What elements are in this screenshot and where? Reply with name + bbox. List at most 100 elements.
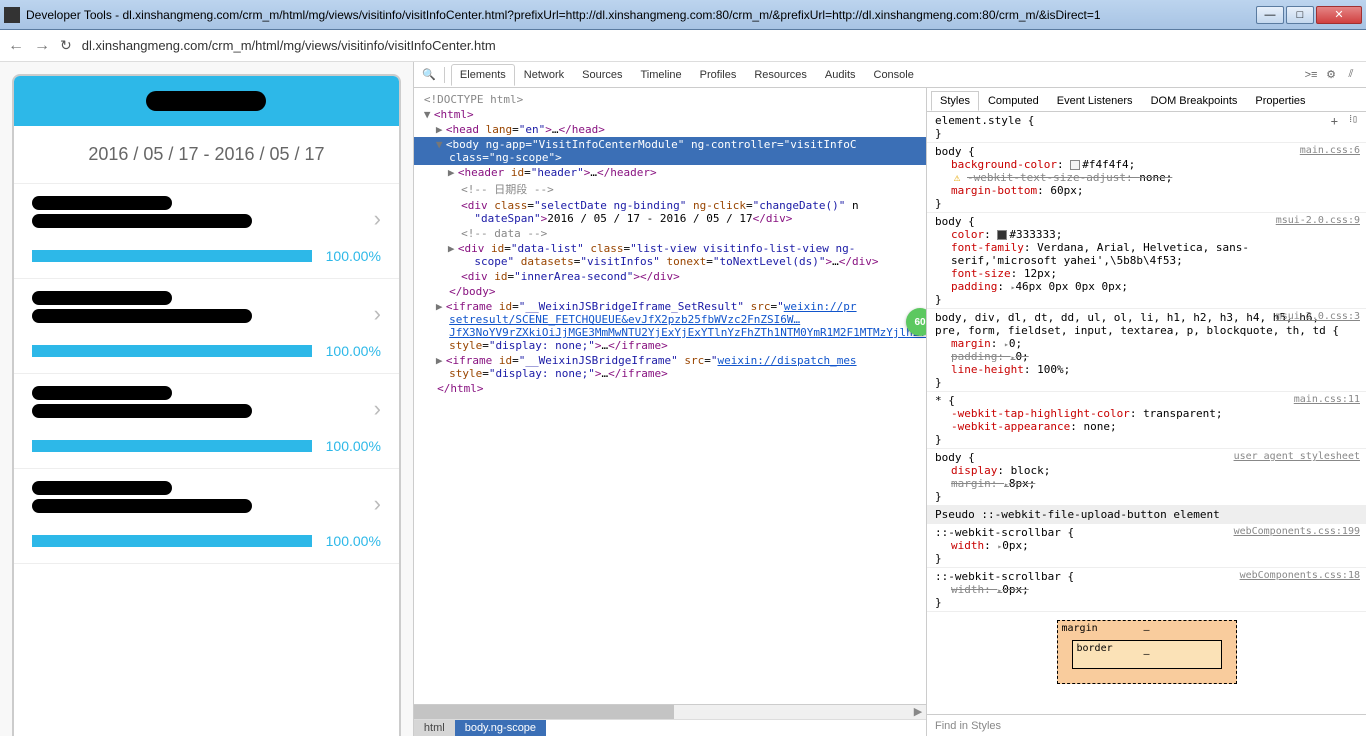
- css-rule[interactable]: webComponents.css:199::-webkit-scrollbar…: [927, 524, 1366, 568]
- window-titlebar: Developer Tools - dl.xinshangmeng.com/cr…: [0, 0, 1366, 30]
- css-rule[interactable]: msui-2.0.css:3body, div, dl, dt, dd, ul,…: [927, 309, 1366, 392]
- crumb-html[interactable]: html: [414, 720, 455, 736]
- source-link[interactable]: user agent stylesheet: [1234, 451, 1360, 462]
- selector[interactable]: * {: [935, 394, 1346, 407]
- css-property[interactable]: width: ▸0px;: [935, 539, 1346, 552]
- reload-button[interactable]: ↻: [60, 37, 72, 54]
- maximize-button[interactable]: □: [1286, 6, 1314, 24]
- devtools-tab-audits[interactable]: Audits: [816, 64, 865, 86]
- css-property[interactable]: margin: ▸8px;: [935, 477, 1346, 490]
- back-button[interactable]: ←: [8, 37, 24, 55]
- dom-node[interactable]: </body>: [414, 284, 926, 299]
- dom-node[interactable]: ▶<head lang="en">…</head>: [414, 122, 926, 137]
- dom-comment[interactable]: <!-- data -->: [414, 226, 926, 241]
- settings-icon[interactable]: ⚙: [1322, 66, 1340, 84]
- css-property[interactable]: margin: ▸0;: [935, 337, 1346, 350]
- css-property[interactable]: font-family: Verdana, Arial, Helvetica, …: [935, 241, 1346, 267]
- source-link[interactable]: main.css:11: [1294, 394, 1360, 405]
- dom-node[interactable]: ▶<header id="header">…</header>: [414, 165, 926, 180]
- devtools-tab-elements[interactable]: Elements: [451, 64, 515, 86]
- css-rule[interactable]: main.css:11* {-webkit-tap-highlight-colo…: [927, 392, 1366, 449]
- list-item[interactable]: › 100.00%: [14, 279, 399, 374]
- source-link[interactable]: webComponents.css:199: [1234, 526, 1360, 537]
- source-link[interactable]: webComponents.css:18: [1240, 570, 1360, 581]
- styles-tab-dom-breakpoints[interactable]: DOM Breakpoints: [1142, 91, 1247, 111]
- elements-tree[interactable]: <!DOCTYPE html> ▼<html> ▶<head lang="en"…: [414, 88, 926, 704]
- toggle-drawer-icon[interactable]: >≡: [1302, 66, 1320, 84]
- devtools-tab-resources[interactable]: Resources: [745, 64, 816, 86]
- dom-node[interactable]: ▶<div id="data-list" class="list-view vi…: [414, 241, 926, 269]
- styles-tab-styles[interactable]: Styles: [931, 91, 979, 111]
- css-rule[interactable]: Pseudo ::-webkit-file-upload-button elem…: [927, 506, 1366, 524]
- selector[interactable]: body {: [935, 145, 1346, 158]
- css-property[interactable]: color: #333333;: [935, 228, 1346, 241]
- progress-bar: [32, 535, 312, 547]
- dom-node[interactable]: <div class="selectDate ng-binding" ng-cl…: [414, 198, 926, 226]
- dom-node[interactable]: ▶<iframe id="__WeixinJSBridgeIframe_SetR…: [414, 299, 926, 353]
- list-item[interactable]: › 100.00%: [14, 374, 399, 469]
- css-property[interactable]: ⚠-webkit-text-size-adjust: none;: [935, 171, 1346, 184]
- css-rule[interactable]: main.css:6body {background-color: #f4f4f…: [927, 143, 1366, 213]
- devtools-tab-profiles[interactable]: Profiles: [691, 64, 746, 86]
- dom-node-selected[interactable]: ▼<body ng-app="VisitInfoCenterModule" ng…: [414, 137, 926, 165]
- toggle-state-icon[interactable]: ⁞▯: [1349, 114, 1358, 125]
- list-item[interactable]: › 100.00%: [14, 469, 399, 564]
- css-property[interactable]: font-size: 12px;: [935, 267, 1346, 280]
- dom-node[interactable]: <div id="innerArea-second"></div>: [414, 269, 926, 284]
- percent-label: 100.00%: [326, 438, 381, 454]
- css-rule[interactable]: +⁞▯element.style {}: [927, 112, 1366, 143]
- close-button[interactable]: ✕: [1316, 6, 1362, 24]
- color-swatch[interactable]: [997, 230, 1007, 240]
- source-link[interactable]: msui-2.0.css:3: [1276, 311, 1360, 322]
- find-in-styles[interactable]: Find in Styles: [927, 714, 1366, 736]
- inspect-icon[interactable]: 🔍: [420, 66, 438, 84]
- list-item[interactable]: › 100.00%: [14, 184, 399, 279]
- dock-badge[interactable]: 60: [906, 308, 926, 336]
- crumb-body[interactable]: body.ng-scope: [455, 720, 546, 736]
- scroll-right-arrow[interactable]: ▶: [910, 705, 926, 719]
- css-property[interactable]: background-color: #f4f4f4;: [935, 158, 1346, 171]
- css-rule[interactable]: webComponents.css:18::-webkit-scrollbar …: [927, 568, 1366, 612]
- css-property[interactable]: display: block;: [935, 464, 1346, 477]
- css-property[interactable]: margin-bottom: 60px;: [935, 184, 1346, 197]
- date-selector[interactable]: 2016 / 05 / 17 - 2016 / 05 / 17: [14, 126, 399, 184]
- color-swatch[interactable]: [1070, 160, 1080, 170]
- css-property[interactable]: -webkit-tap-highlight-color: transparent…: [935, 407, 1346, 420]
- devtools-toolbar: 🔍 ElementsNetworkSourcesTimelineProfiles…: [414, 62, 1366, 88]
- devtools-tab-console[interactable]: Console: [865, 64, 923, 86]
- source-link[interactable]: main.css:6: [1300, 145, 1360, 156]
- progress-bar: [32, 345, 312, 357]
- device-frame: 2016 / 05 / 17 - 2016 / 05 / 17 › 100.00…: [12, 74, 401, 736]
- dom-node[interactable]: <!DOCTYPE html>: [414, 92, 926, 107]
- selector[interactable]: element.style {: [935, 114, 1346, 127]
- url-display[interactable]: dl.xinshangmeng.com/crm_m/html/mg/views/…: [82, 38, 496, 53]
- devtools-tab-sources[interactable]: Sources: [573, 64, 631, 86]
- source-link[interactable]: msui-2.0.css:9: [1276, 215, 1360, 226]
- css-rule[interactable]: msui-2.0.css:9body {color: #333333;font-…: [927, 213, 1366, 309]
- css-property[interactable]: -webkit-appearance: none;: [935, 420, 1346, 433]
- css-property[interactable]: padding: ▸0;: [935, 350, 1346, 363]
- horizontal-scrollbar[interactable]: ▶: [414, 705, 926, 720]
- styles-tab-event-listeners[interactable]: Event Listeners: [1048, 91, 1142, 111]
- devtools-tab-timeline[interactable]: Timeline: [631, 64, 690, 86]
- styles-tab-properties[interactable]: Properties: [1246, 91, 1314, 111]
- percent-label: 100.00%: [326, 533, 381, 549]
- dom-node[interactable]: </html>: [414, 381, 926, 396]
- redacted: [32, 309, 252, 323]
- css-property[interactable]: width: ▸0px;: [935, 583, 1346, 596]
- dom-node[interactable]: ▼<html>: [414, 107, 926, 122]
- styles-body[interactable]: +⁞▯element.style {}main.css:6body {backg…: [927, 112, 1366, 714]
- css-rule[interactable]: user agent stylesheetbody {display: bloc…: [927, 449, 1366, 506]
- scrollbar-thumb[interactable]: [414, 705, 674, 719]
- css-property[interactable]: padding: ▸46px 0px 0px 0px;: [935, 280, 1346, 293]
- new-rule-icon[interactable]: +: [1331, 114, 1338, 128]
- styles-tab-computed[interactable]: Computed: [979, 91, 1048, 111]
- dock-icon[interactable]: ⫽: [1342, 66, 1360, 84]
- dom-comment[interactable]: <!-- 日期段 -->: [414, 180, 926, 198]
- minimize-button[interactable]: —: [1256, 6, 1284, 24]
- dom-node[interactable]: ▶<iframe id="__WeixinJSBridgeIframe" src…: [414, 353, 926, 381]
- warning-icon: ⚠: [951, 171, 963, 184]
- css-property[interactable]: line-height: 100%;: [935, 363, 1346, 376]
- forward-button[interactable]: →: [34, 37, 50, 55]
- devtools-tab-network[interactable]: Network: [515, 64, 573, 86]
